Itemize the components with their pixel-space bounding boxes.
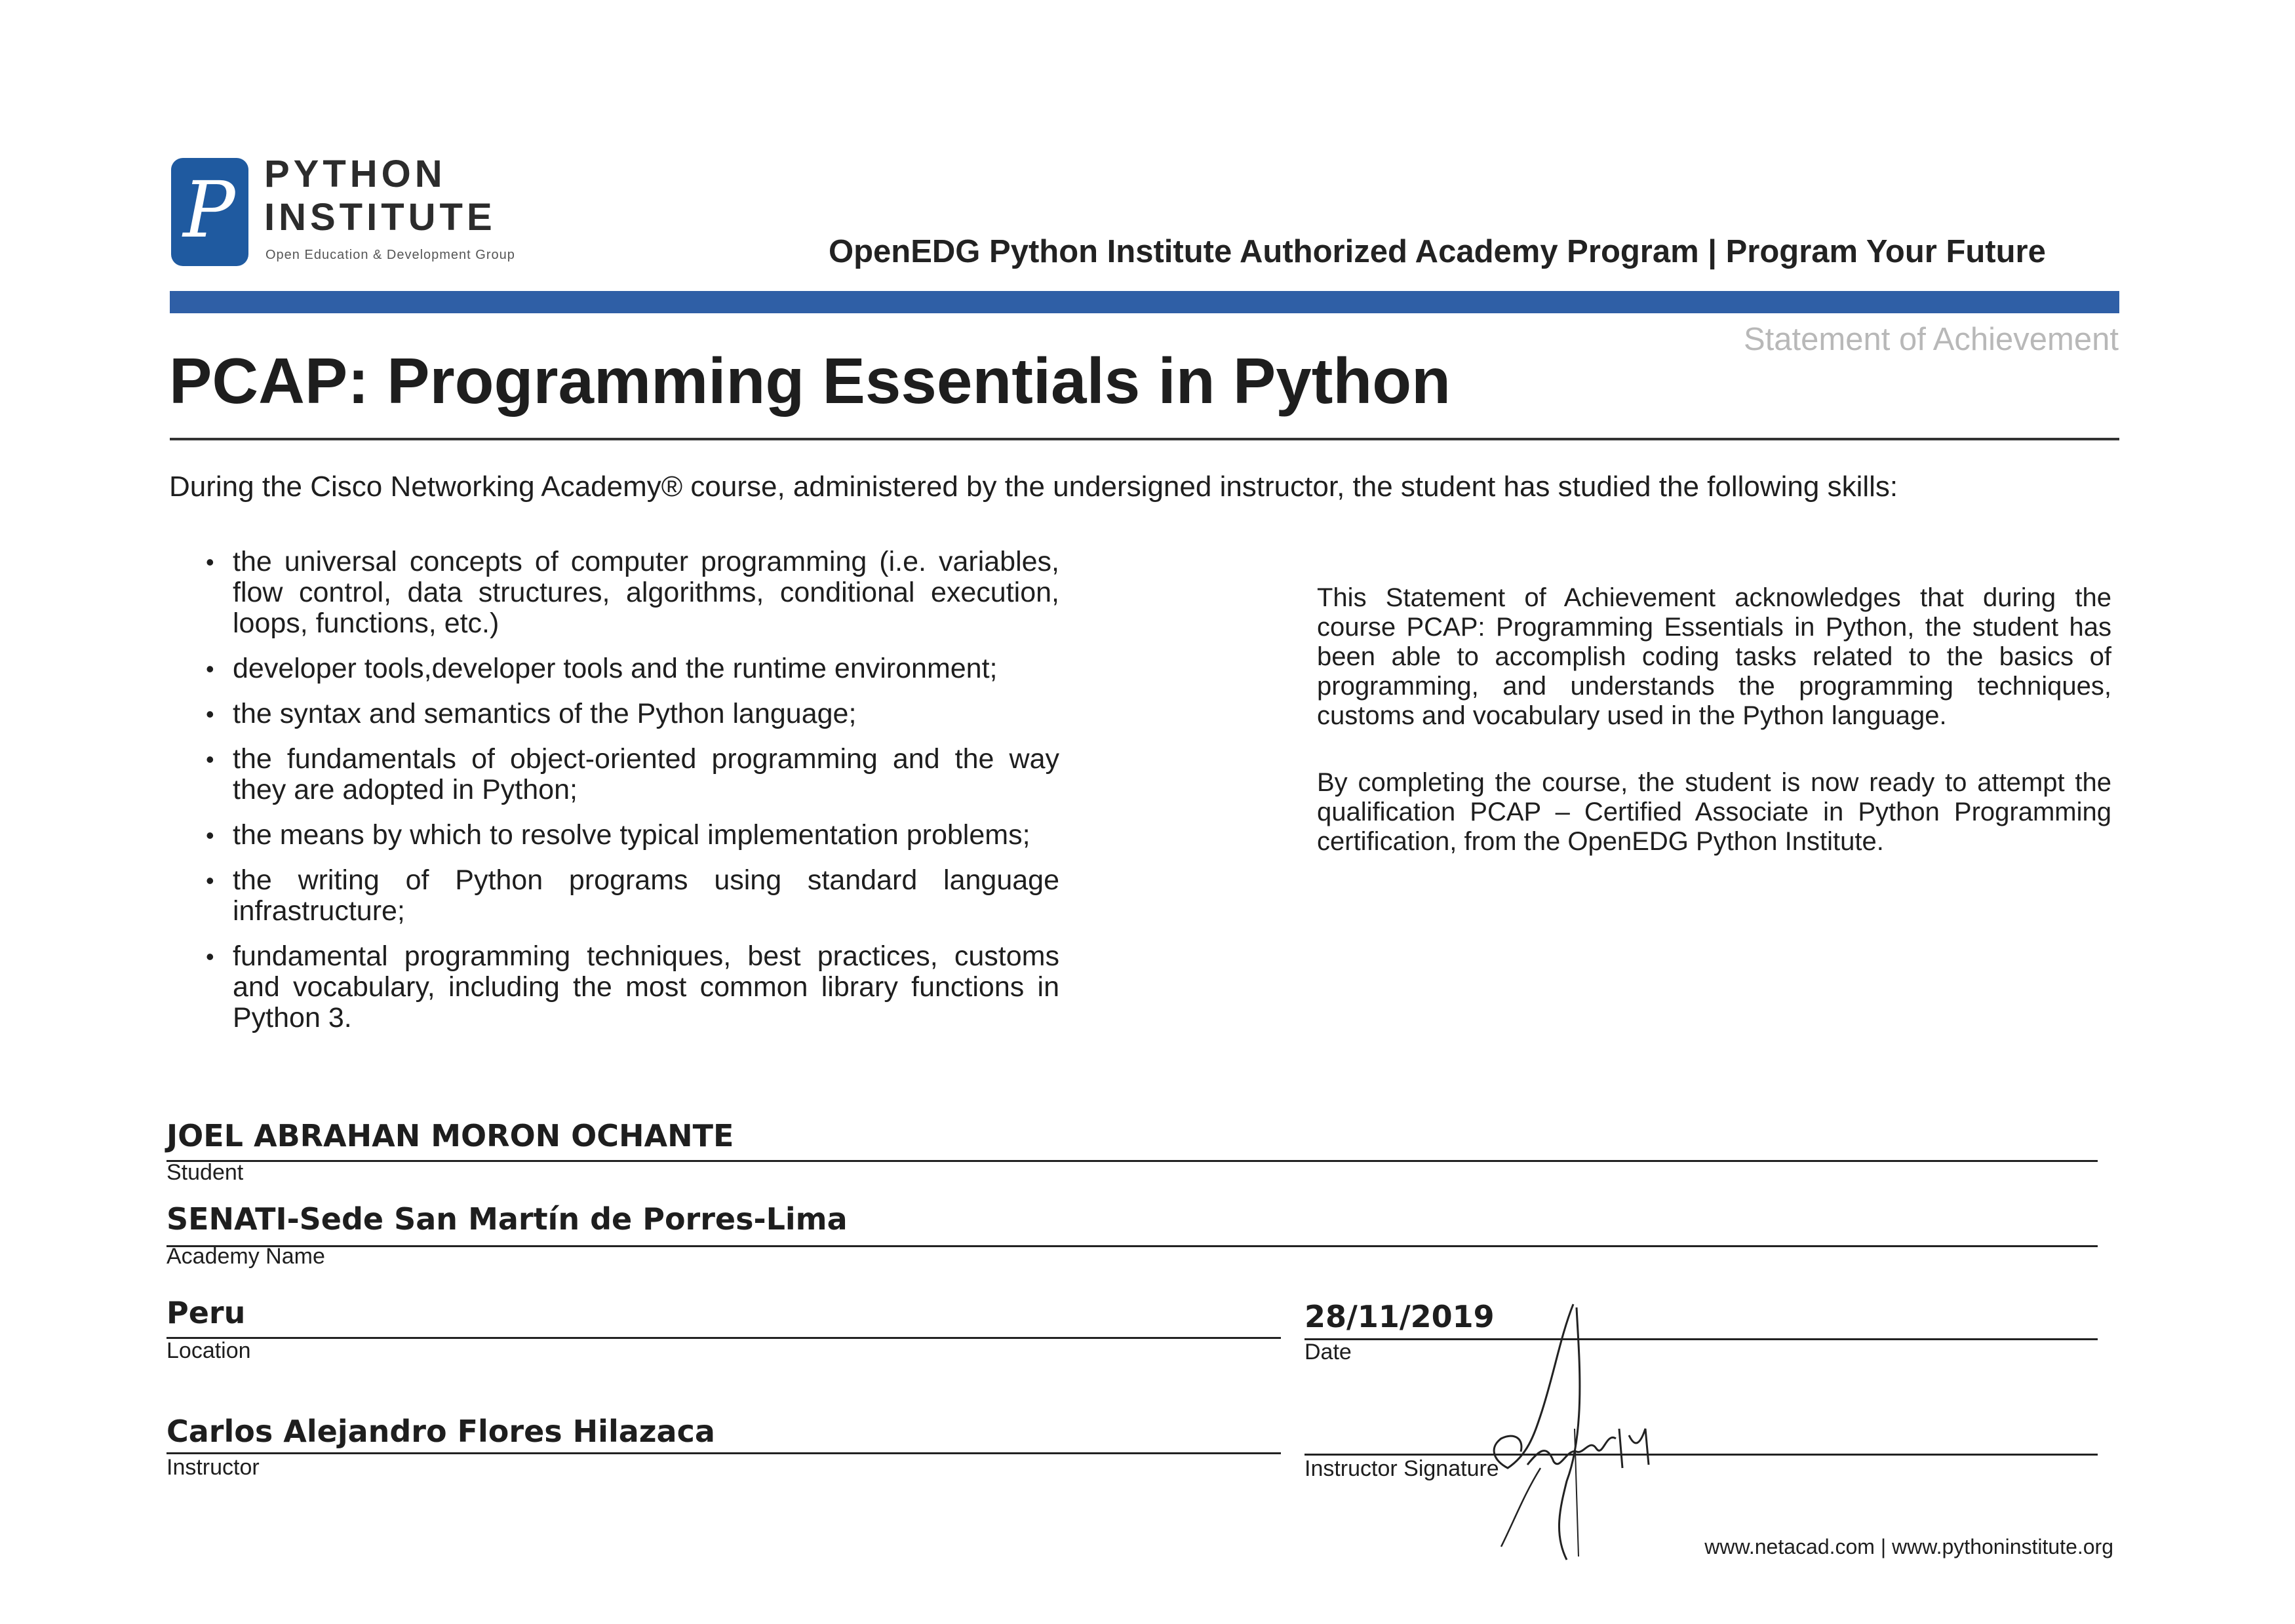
logo-name-line2: INSTITUTE (264, 196, 496, 239)
achievement-paragraph-2: By completing the course, the student is… (1317, 768, 2111, 856)
academy-label: Academy Name (167, 1244, 325, 1269)
instructor-name: Carlos Alejandro Flores Hilazaca (167, 1414, 715, 1449)
course-title: PCAP: Programming Essentials in Python (169, 345, 1451, 417)
skills-list: • the universal concepts of computer prog… (197, 547, 1059, 1048)
skill-text: the writing of Python programs using sta… (233, 864, 1059, 927)
student-name: JOEL ABRAHAN MORON OCHANTE (167, 1118, 734, 1153)
skill-item: • fundamental programming techniques, bes… (197, 941, 1059, 1034)
skill-text: the means by which to resolve typical im… (233, 819, 1030, 851)
skill-item: • the fundamentals of object-oriented pro… (197, 744, 1059, 805)
date-line (1304, 1338, 2098, 1340)
instructor-label: Instructor (167, 1455, 260, 1480)
achievement-paragraph-1: This Statement of Achievement acknowledg… (1317, 583, 2111, 730)
bullet-icon: • (206, 701, 214, 727)
bullet-icon: • (206, 867, 214, 894)
academy-line (167, 1245, 2098, 1247)
title-divider (170, 438, 2119, 440)
svg-text:P: P (182, 164, 237, 255)
bullet-icon: • (206, 822, 214, 849)
skill-text: the syntax and semantics of the Python l… (233, 698, 857, 729)
skill-item: • the syntax and semantics of the Python … (197, 699, 1059, 729)
skill-item: • the universal concepts of computer prog… (197, 547, 1059, 639)
bullet-icon: • (206, 655, 214, 682)
logo-wordmark: PYTHON INSTITUTE (264, 153, 496, 239)
instructor-line (167, 1452, 1281, 1454)
skill-item: • the means by which to resolve typical i… (197, 820, 1059, 851)
skill-text: fundamental programming techniques, best… (233, 940, 1059, 1034)
bullet-icon: • (206, 943, 214, 970)
skill-text: the universal concepts of computer progr… (233, 546, 1059, 639)
footer-links: www.netacad.com | www.pythoninstitute.or… (1704, 1535, 2113, 1558)
location-value: Peru (167, 1295, 246, 1330)
bullet-icon: • (206, 549, 214, 575)
skill-text: developer tools,developer tools and the … (233, 653, 998, 684)
academy-name: SENATI-Sede San Martín de Porres-Lima (167, 1201, 848, 1237)
logo-tagline: Open Education & Development Group (265, 248, 515, 262)
skill-item: • the writing of Python programs using st… (197, 865, 1059, 927)
skill-text: the fundamentals of object-oriented prog… (233, 743, 1059, 805)
python-institute-logo-icon: P (171, 158, 248, 266)
skill-item: • developer tools,developer tools and the… (197, 653, 1059, 684)
date-label: Date (1304, 1340, 1352, 1364)
student-line (167, 1160, 2098, 1162)
student-label: Student (167, 1160, 244, 1185)
statement-label: Statement of Achievement (1744, 322, 2119, 357)
handwritten-signature-icon (1493, 1304, 1650, 1560)
program-line: OpenEDG Python Institute Authorized Acad… (829, 234, 2046, 269)
location-line (167, 1337, 1281, 1339)
logo-name-line1: PYTHON (264, 153, 446, 195)
intro-text: During the Cisco Networking Academy® cou… (169, 471, 1898, 503)
header-bar (170, 291, 2119, 313)
bullet-icon: • (206, 746, 214, 773)
location-label: Location (167, 1338, 251, 1363)
signature-line (1304, 1454, 2098, 1456)
